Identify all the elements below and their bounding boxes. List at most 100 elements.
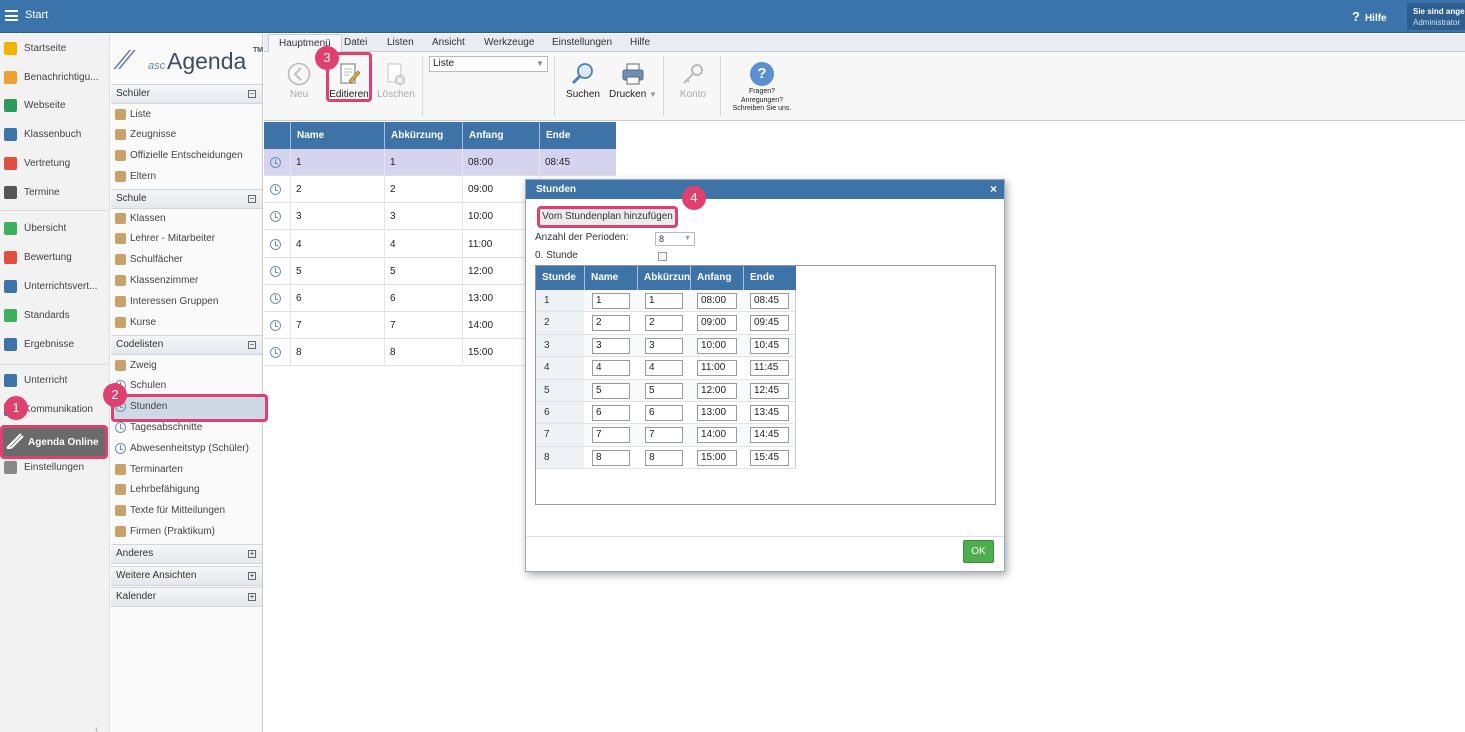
add-from-timetable-button[interactable]: Vom Stundenplan hinzufügen [537, 206, 678, 228]
input-abk[interactable]: 4 [645, 360, 683, 377]
expand-icon[interactable]: + [248, 593, 256, 601]
nav-item-9[interactable]: Standards [0, 305, 110, 325]
feedback-button[interactable]: ? Fragen? Anregungen? Schreiben Sie uns. [726, 62, 798, 114]
account-button[interactable]: Konto [676, 52, 710, 121]
panel-item-schule-2[interactable]: Schulfächer [111, 250, 262, 270]
input-name[interactable]: 4 [592, 360, 630, 377]
input-ende[interactable]: 10:45 [750, 337, 789, 354]
help-link[interactable]: ? Hilfe [1352, 9, 1387, 24]
grid-header-abkuerzung[interactable]: Abkürzung [384, 122, 462, 149]
new-button[interactable]: Neu [284, 52, 314, 121]
input-anfang[interactable]: 11:00 [697, 360, 737, 377]
input-ende[interactable]: 13:45 [750, 405, 789, 421]
collapse-icon[interactable]: − [248, 90, 256, 98]
input-abk[interactable]: 3 [645, 337, 683, 354]
input-ende[interactable]: 09:45 [750, 315, 789, 332]
panel-item-codelisten-5[interactable]: Terminarten [111, 459, 262, 479]
input-name[interactable]: 5 [592, 382, 630, 399]
nav-item-7[interactable]: Bewertung [0, 247, 110, 267]
section-kalender[interactable]: Kalender + [111, 587, 262, 607]
input-anfang[interactable]: 09:00 [697, 315, 737, 332]
panel-item-codelisten-6[interactable]: Lehrbefähigung [111, 480, 262, 500]
print-dropdown-icon[interactable]: ▼ [649, 90, 657, 99]
input-abk[interactable]: 2 [645, 315, 683, 332]
ok-button[interactable]: OK [963, 540, 994, 563]
nav-agenda-online[interactable]: Agenda Online [0, 425, 108, 459]
menu-hilfe[interactable]: Hilfe [630, 34, 650, 52]
panel-item-codelisten-7[interactable]: Texte für Mitteilungen [111, 501, 262, 521]
grid-header-name[interactable]: Name [290, 122, 384, 149]
input-abk[interactable]: 5 [645, 382, 683, 399]
input-abk[interactable]: 8 [645, 449, 683, 466]
menu-datei[interactable]: Datei [344, 34, 367, 52]
input-ende[interactable]: 12:45 [750, 382, 789, 399]
user-box[interactable]: Sie sind ange Administrator [1407, 3, 1465, 30]
section-schule[interactable]: Schule − [111, 189, 262, 209]
input-ende[interactable]: 14:45 [750, 427, 789, 444]
input-name[interactable]: 8 [592, 449, 630, 466]
panel-item-codelisten-8[interactable]: Firmen (Praktikum) [111, 521, 262, 541]
section-codelisten[interactable]: Codelisten − [111, 335, 262, 355]
input-abk[interactable]: 6 [645, 405, 683, 421]
delete-button[interactable]: Löschen [377, 52, 415, 121]
panel-item-codelisten-0[interactable]: Zweig [111, 355, 262, 375]
collapse-icon[interactable]: − [248, 195, 256, 203]
zero-lesson-checkbox[interactable] [658, 252, 667, 261]
input-name[interactable]: 3 [592, 337, 630, 354]
input-abk[interactable]: 7 [645, 427, 683, 444]
table-row[interactable]: 1 1 08:00 08:45 [264, 149, 616, 176]
menu-listen[interactable]: Listen [387, 34, 414, 52]
input-name[interactable]: 6 [592, 405, 630, 421]
nav-item-11[interactable]: Unterricht [0, 370, 110, 390]
input-ende[interactable]: 15:45 [750, 449, 789, 466]
input-name[interactable]: 2 [592, 315, 630, 332]
periods-select[interactable]: 8 ▼ [655, 232, 695, 246]
nav-item-4[interactable]: Vertretung [0, 153, 110, 173]
nav-item-6[interactable]: Übersicht [0, 218, 110, 238]
panel-item-schule-5[interactable]: Kurse [111, 312, 262, 332]
input-anfang[interactable]: 12:00 [697, 382, 737, 399]
panel-item-schueler-1[interactable]: Zeugnisse [111, 125, 262, 145]
nav-item-13[interactable]: Einstellungen [0, 457, 110, 477]
input-anfang[interactable]: 08:00 [697, 293, 737, 309]
search-button[interactable]: Suchen [564, 52, 602, 121]
nav-item-3[interactable]: Klassenbuch [0, 124, 110, 144]
panel-item-schule-3[interactable]: Klassenzimmer [111, 270, 262, 290]
panel-item-schueler-0[interactable]: Liste [111, 104, 262, 124]
section-schueler[interactable]: Schüler − [111, 84, 262, 104]
nav-item-8[interactable]: Unterrichtsvert... [0, 276, 110, 296]
panel-item-schule-1[interactable]: Lehrer - Mitarbeiter [111, 229, 262, 249]
input-name[interactable]: 7 [592, 427, 630, 444]
hamburger-menu-icon[interactable] [5, 10, 18, 21]
nav-item-0[interactable]: Startseite [0, 38, 110, 58]
input-anfang[interactable]: 10:00 [697, 337, 737, 354]
grid-header-anfang[interactable]: Anfang [462, 122, 539, 149]
input-anfang[interactable]: 15:00 [697, 449, 737, 466]
section-weitere[interactable]: Weitere Ansichten + [111, 566, 262, 586]
input-abk[interactable]: 1 [645, 293, 683, 309]
panel-item-codelisten-1[interactable]: Schulen [111, 376, 262, 396]
nav-item-10[interactable]: Ergebnisse [0, 334, 110, 354]
input-anfang[interactable]: 13:00 [697, 405, 737, 421]
nav-item-2[interactable]: Webseite [0, 95, 110, 115]
expand-icon[interactable]: + [248, 550, 256, 558]
nav-item-5[interactable]: Termine [0, 182, 110, 202]
panel-item-schule-4[interactable]: Interessen Gruppen [111, 291, 262, 311]
menu-werkzeuge[interactable]: Werkzeuge [484, 34, 534, 52]
menu-einstellungen[interactable]: Einstellungen [552, 34, 612, 52]
panel-item-schueler-2[interactable]: Offizielle Entscheidungen [111, 146, 262, 166]
collapse-icon[interactable]: − [248, 341, 256, 349]
panel-item-schueler-3[interactable]: Eltern [111, 166, 262, 186]
print-button[interactable]: Drucken ▼ [609, 52, 657, 121]
panel-item-codelisten-3[interactable]: Tagesabschnitte [111, 417, 262, 437]
nav-item-1[interactable]: Benachrichtigu... [0, 67, 110, 87]
panel-item-codelisten-2[interactable]: Stunden [111, 397, 262, 417]
expand-icon[interactable]: + [248, 572, 256, 580]
input-name[interactable]: 1 [592, 293, 630, 309]
input-ende[interactable]: 08:45 [750, 293, 789, 309]
section-anderes[interactable]: Anderes + [111, 544, 262, 564]
close-icon[interactable]: × [990, 180, 997, 199]
input-ende[interactable]: 11:45 [750, 360, 789, 377]
collapse-icon[interactable]: ‹ [95, 724, 98, 732]
list-select[interactable]: Liste ▼ [429, 56, 548, 72]
